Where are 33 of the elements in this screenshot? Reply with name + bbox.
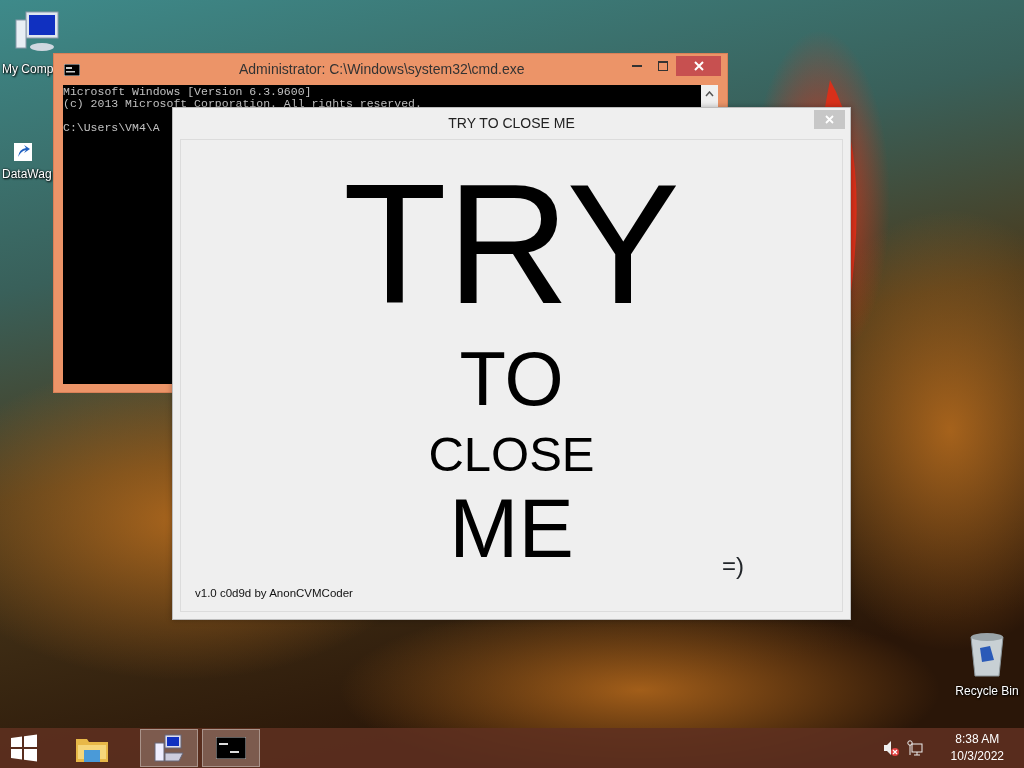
window-title: TRY TO CLOSE ME xyxy=(448,114,575,133)
minimize-icon xyxy=(632,64,642,67)
smiley-text: =) xyxy=(722,553,744,580)
taskbar-button[interactable] xyxy=(202,729,260,767)
desktop-icon-label[interactable]: Recycle Bin xyxy=(955,682,1019,700)
computer-icon[interactable] xyxy=(153,733,185,763)
version-text: v1.0 c0d9d by AnonCVMCoder xyxy=(195,587,353,599)
desktop-icon-label[interactable]: My Comp xyxy=(2,60,54,78)
network-icon[interactable] xyxy=(906,740,923,756)
caret-icon xyxy=(705,90,714,97)
console-icon xyxy=(64,64,80,76)
console-line: (c) 2013 Microsoft Corporation. All rights reserved. xyxy=(63,98,422,110)
console-line: Microsoft Windows [Version 6.3.9600] xyxy=(63,86,312,98)
close-button[interactable] xyxy=(676,55,721,76)
taskbar-button[interactable] xyxy=(140,729,198,767)
heading-word: TO xyxy=(459,341,564,417)
close-icon xyxy=(825,115,834,124)
heading-word: TRY xyxy=(343,159,680,329)
recycle-bin-icon xyxy=(968,632,1006,678)
clock-time[interactable]: 8:38 AM xyxy=(950,731,1004,748)
clock-date[interactable]: 10/3/2022 xyxy=(950,748,1004,765)
desktop-icon-label[interactable]: DataWag xyxy=(2,165,52,183)
shortcut-icon xyxy=(14,143,32,161)
muted-speaker-icon[interactable] xyxy=(882,740,899,756)
close-icon xyxy=(693,60,704,71)
maximize-icon xyxy=(658,60,668,71)
heading-word: ME xyxy=(449,487,574,570)
console-icon[interactable] xyxy=(216,737,246,759)
computer-icon xyxy=(14,10,60,52)
heading-word: CLOSE xyxy=(428,430,595,479)
window-title: Administrator: C:\Windows\system32\cmd.exe xyxy=(239,60,525,79)
console-line: C:\Users\VM4\A xyxy=(63,122,160,134)
windows-logo-icon[interactable] xyxy=(10,734,38,762)
